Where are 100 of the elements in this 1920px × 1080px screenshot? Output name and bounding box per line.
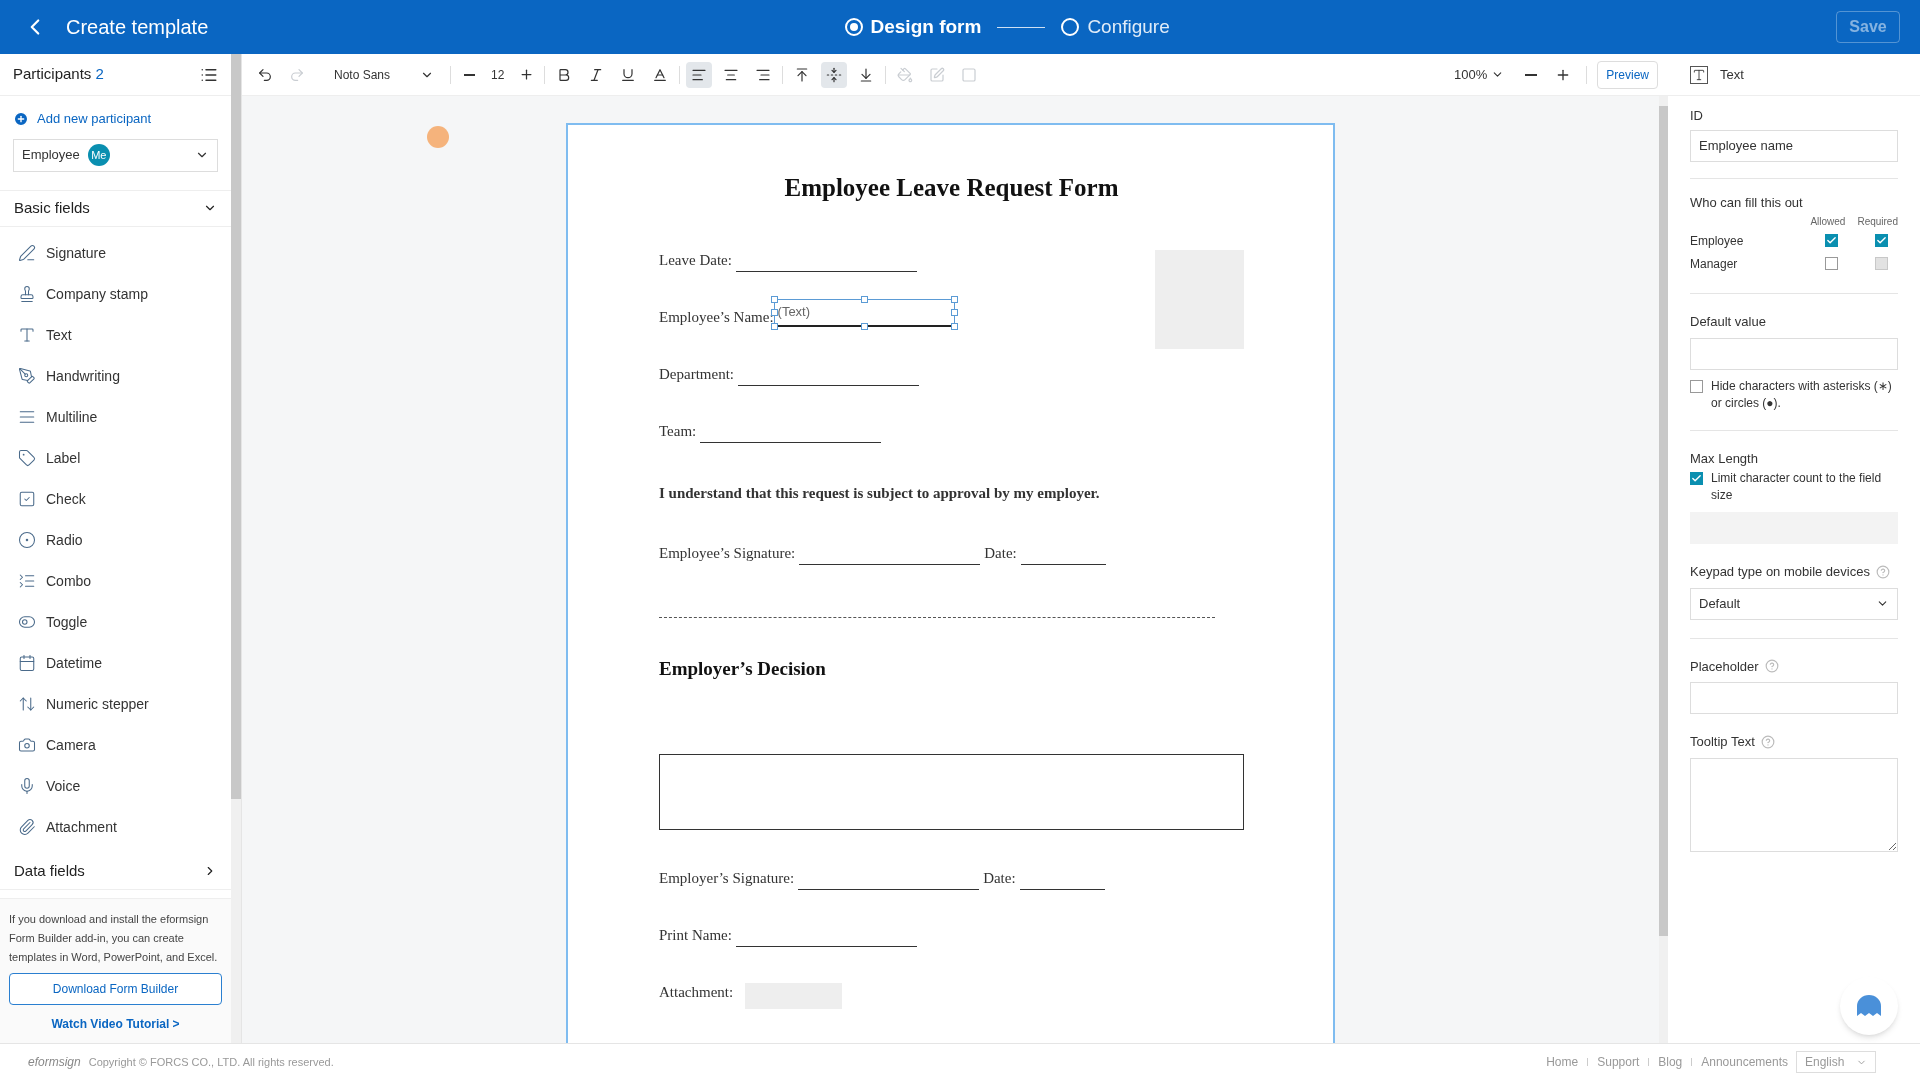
pen-square-icon [929,66,946,83]
id-field[interactable]: Employee name [1690,129,1898,162]
participant-select[interactable]: Employee Me [13,138,219,172]
stepper-icon [18,695,36,713]
font-select[interactable]: Noto Sans [324,60,444,89]
page-title: Create template [66,15,209,40]
field-label: Tooltip Text [1690,733,1755,751]
column-header: Required [1857,215,1898,229]
radio-icon [844,18,863,36]
form-label: Date: [983,869,1016,888]
statement-text: I understand that this request is subject to approval by my employer. [659,484,1100,503]
copyright-text: Copyright © FORCS CO., LTD. All rights reserved. [88,1054,334,1070]
download-button[interactable]: Download Form Builder [9,973,223,1005]
participant-name: Employee [1690,232,1745,250]
scrollbar-thumb[interactable] [1659,106,1668,936]
step-tab[interactable]: Configure [1061,12,1170,42]
field-label: Placeholder [1690,657,1759,676]
field-item[interactable]: Handwriting [0,355,232,397]
field-item[interactable]: Label [0,437,232,479]
placeholder-field[interactable] [1690,682,1898,714]
document-title: Employee Leave Request Form [784,173,1119,203]
field-item[interactable]: Numeric stepper [0,683,232,725]
line-style-icon [961,66,978,83]
field-item[interactable]: Text [0,314,232,356]
text-icon [1690,65,1708,84]
checkbox-label: Limit character count to the field size [1711,470,1883,504]
checkbox[interactable] [1875,234,1888,247]
form-label: Employee’s Signature: [659,544,796,563]
paint-bucket-icon [897,66,914,83]
field-item[interactable]: Voice [0,765,232,807]
plus-icon [13,110,29,127]
field-item[interactable]: Datetime [0,642,232,684]
field-item[interactable]: Company stamp [0,273,232,315]
resize-handle[interactable] [860,322,868,330]
form-label: Leave Date: [659,251,732,270]
check-icon [1825,235,1837,246]
list-icon [18,572,36,590]
form-label: Attachment: [659,983,734,1002]
help-icon[interactable] [1764,659,1779,674]
calendar-icon [18,654,36,672]
resize-handle[interactable] [860,295,868,303]
default-value-field[interactable] [1690,337,1898,370]
align-left-button[interactable] [686,61,713,88]
radio-icon [1061,18,1080,36]
checkbox[interactable] [1824,234,1838,247]
paperclip-icon [18,818,36,836]
field-label: Who can fill this out [1690,193,1804,212]
panel-title: Text [1720,65,1744,84]
keypad-select[interactable]: Default [1690,587,1898,620]
text-field[interactable]: (Text) [773,298,955,327]
minus-icon [1525,73,1538,76]
add-participant-link[interactable]: Add new participant [13,109,152,129]
chat-bot-button[interactable] [1840,977,1898,1035]
tag-icon [18,449,36,467]
minus-icon [463,73,475,76]
align-middle-icon [826,66,843,83]
check-icon [1691,473,1702,484]
promo-text: If you download and install the eformsign Form Builder add-in, you can create templates in Word, PowerPoint, and Excel. [9,912,219,965]
tooltip-field[interactable] [1690,757,1898,852]
step-tab[interactable]: Design form [844,12,982,42]
field-item[interactable]: Signature [0,232,232,274]
participants-title: Participants 2 [13,64,104,85]
stamp-icon [18,285,36,303]
field-item[interactable]: Check [0,478,232,520]
preview-button[interactable]: Preview [1597,60,1658,89]
underline-icon [620,66,637,83]
video-tutorial-link[interactable]: Watch Video Tutorial > [51,1015,180,1033]
form-label: Print Name: [659,926,732,945]
undo-icon [257,66,273,83]
section-heading: Employer’s Decision [659,657,826,681]
checkbox[interactable] [1690,379,1703,393]
checkbox[interactable] [1824,257,1838,270]
column-header: Allowed [1810,215,1846,229]
pen-nib-icon [18,367,36,385]
help-icon[interactable] [1760,734,1775,749]
field-item[interactable]: Toggle [0,601,232,643]
microphone-icon [18,777,36,795]
font-size-field[interactable]: 12 [487,65,509,84]
checkbox-label: Hide characters with asterisks (∗) or circles (●). [1711,377,1893,412]
field-item[interactable]: Attachment [0,806,232,848]
field-item[interactable]: Multiline [0,396,232,438]
font-color-icon [652,66,669,83]
radio-icon [18,531,36,549]
checkbox[interactable] [1690,472,1703,485]
field-item[interactable]: Radio [0,519,232,561]
field-item[interactable]: Camera [0,724,232,766]
form-label: Employee’s Name: [659,308,774,327]
pen-icon [18,244,36,262]
field-item[interactable]: Combo [0,560,232,602]
align-middle-button[interactable] [821,61,848,88]
zoom-select[interactable]: 100% [1454,64,1505,85]
scrollbar-thumb[interactable] [231,54,241,799]
redo-icon [289,66,305,83]
camera-icon [18,736,36,754]
help-icon[interactable] [1875,564,1890,579]
field-label: Default value [1690,313,1767,331]
participant-name: Manager [1690,255,1739,273]
field-label: ID [1690,107,1704,125]
footer-logo: eformsign [28,1054,81,1071]
form-label: Date: [984,544,1017,563]
